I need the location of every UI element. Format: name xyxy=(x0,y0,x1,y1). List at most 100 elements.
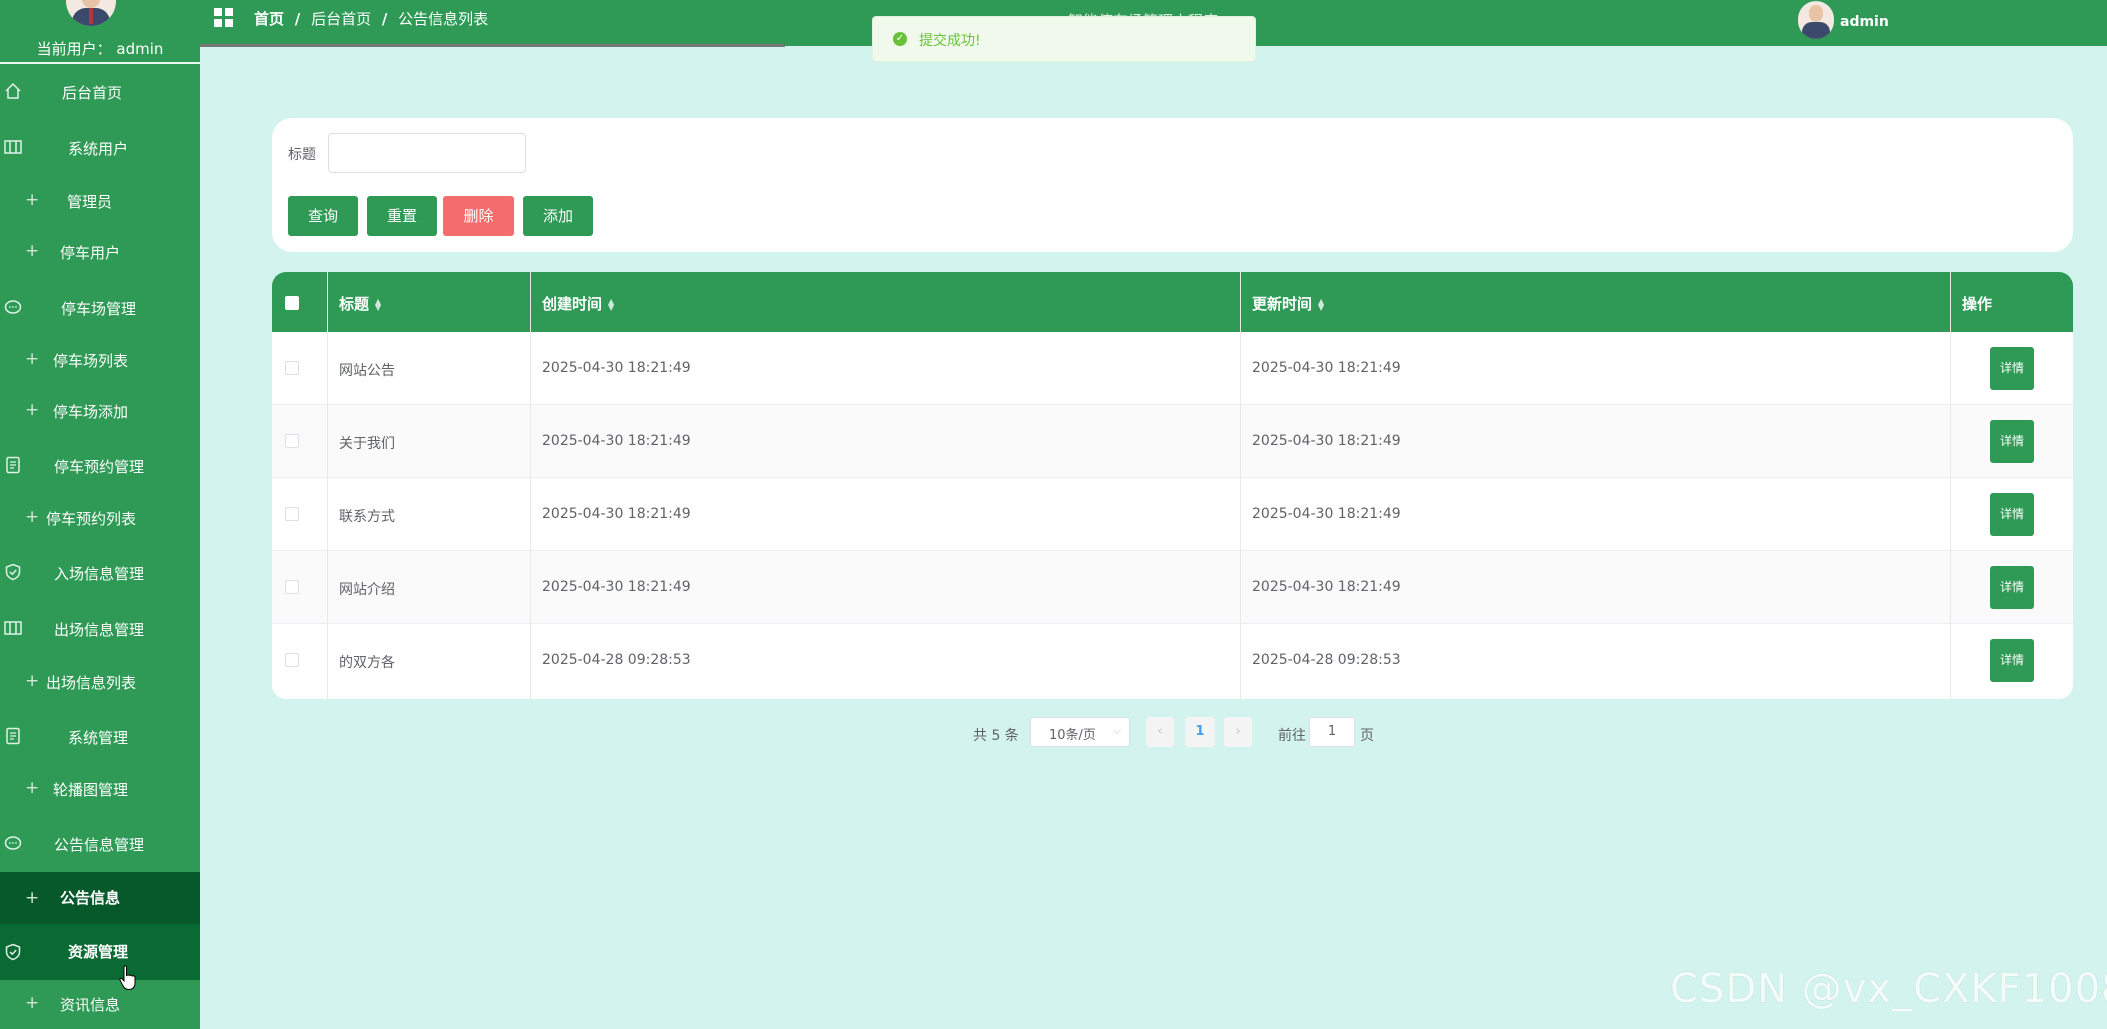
menu-item-parking-lot-mgmt[interactable]: 停车场管理 xyxy=(0,286,200,328)
menu-item-label: 停车场添加 xyxy=(53,403,129,421)
menu-item-parking-users[interactable]: + 停车用户 xyxy=(0,231,200,271)
menu-item-label: 轮播图管理 xyxy=(53,781,129,799)
table-row: 网站介绍 2025-04-30 18:21:49 2025-04-30 18:2… xyxy=(272,551,2073,624)
menu-item-dashboard[interactable]: 后台首页 xyxy=(0,70,200,112)
shield-icon xyxy=(5,563,21,581)
detail-button[interactable]: 详情 xyxy=(1990,566,2034,609)
menu-item-exit-mgmt[interactable]: 出场信息管理 xyxy=(0,607,200,649)
column-header-updated[interactable]: 更新时间 ▲ ▼ xyxy=(1252,293,1324,314)
cell-title: 联系方式 xyxy=(339,509,395,525)
watermark: CSDN @vx_CXKF10088 xyxy=(1670,966,2107,1012)
menu-item-resource-mgmt[interactable]: 资源管理 xyxy=(0,924,200,980)
menu-item-system-users[interactable]: 系统用户 xyxy=(0,126,200,168)
cell-created: 2025-04-28 09:28:53 xyxy=(542,652,691,668)
cell-updated: 2025-04-30 18:21:49 xyxy=(1252,506,1401,522)
toast-message: 提交成功! xyxy=(919,33,981,49)
menu-item-system-mgmt[interactable]: 系统管理 xyxy=(0,715,200,757)
cell-updated: 2025-04-30 18:21:49 xyxy=(1252,433,1401,449)
row-checkbox[interactable] xyxy=(285,580,299,594)
check-circle-icon: ✓ xyxy=(893,32,907,46)
detail-button[interactable]: 详情 xyxy=(1990,420,2034,463)
column-divider xyxy=(327,272,328,699)
menu-item-label: 停车预约列表 xyxy=(46,510,137,528)
breadcrumb: 首页 / 后台首页 / 公告信息列表 xyxy=(254,8,494,29)
menu-item-label: 资讯信息 xyxy=(60,996,121,1014)
sort-icon[interactable]: ▲ ▼ xyxy=(608,297,614,311)
next-page-button[interactable]: › xyxy=(1224,717,1252,747)
menu-item-label: 停车场列表 xyxy=(53,352,129,370)
columns-icon xyxy=(4,621,22,635)
row-checkbox[interactable] xyxy=(285,434,299,448)
menu-item-admin[interactable]: + 管理员 xyxy=(0,180,200,220)
search-title-label: 标题 xyxy=(288,147,316,163)
row-checkbox[interactable] xyxy=(285,507,299,521)
menu-item-parking-lot-list[interactable]: + 停车场列表 xyxy=(0,339,200,379)
breadcrumb-home[interactable]: 首页 xyxy=(254,10,284,28)
reset-button[interactable]: 重置 xyxy=(367,196,437,236)
select-all-checkbox[interactable] xyxy=(285,296,299,310)
title-search-input[interactable] xyxy=(328,133,526,173)
menu-item-carousel-mgmt[interactable]: + 轮播图管理 xyxy=(0,768,200,808)
cell-created: 2025-04-30 18:21:49 xyxy=(542,433,691,449)
menu-item-label: 出场信息列表 xyxy=(46,674,137,692)
menu-item-label: 停车用户 xyxy=(60,244,121,262)
goto-page-input[interactable]: 1 xyxy=(1309,717,1355,747)
plus-icon: + xyxy=(25,241,40,261)
menu-item-exit-list[interactable]: + 出场信息列表 xyxy=(0,661,200,701)
sort-icon[interactable]: ▲ ▼ xyxy=(375,297,381,311)
query-button[interactable]: 查询 xyxy=(288,196,358,236)
cell-title: 网站介绍 xyxy=(339,582,395,598)
menu-item-news[interactable]: + 资讯信息 xyxy=(0,983,200,1023)
detail-button[interactable]: 详情 xyxy=(1990,639,2034,682)
cell-created: 2025-04-30 18:21:49 xyxy=(542,360,691,376)
menu-item-label: 停车预约管理 xyxy=(54,458,145,476)
cell-updated: 2025-04-30 18:21:49 xyxy=(1252,360,1401,376)
cell-created: 2025-04-30 18:21:49 xyxy=(542,506,691,522)
row-checkbox[interactable] xyxy=(285,361,299,375)
menu-item-entry-mgmt[interactable]: 入场信息管理 xyxy=(0,551,200,593)
menu-item-label: 系统管理 xyxy=(68,729,129,747)
breadcrumb-dashboard[interactable]: 后台首页 xyxy=(311,10,371,28)
columns-icon xyxy=(4,140,22,154)
table-row: 网站公告 2025-04-30 18:21:49 2025-04-30 18:2… xyxy=(272,332,2073,405)
document-icon xyxy=(6,456,20,474)
table-row: 关于我们 2025-04-30 18:21:49 2025-04-30 18:2… xyxy=(272,405,2073,478)
plus-icon: + xyxy=(25,507,40,527)
loading-bar xyxy=(200,44,785,47)
plus-icon: + xyxy=(25,400,40,420)
column-header-created[interactable]: 创建时间 ▲ ▼ xyxy=(542,293,614,314)
delete-button[interactable]: 删除 xyxy=(443,196,514,236)
menu-item-label: 入场信息管理 xyxy=(54,565,145,583)
column-divider xyxy=(530,272,531,699)
page-number-current[interactable]: 1 xyxy=(1185,717,1215,747)
row-checkbox[interactable] xyxy=(285,653,299,667)
avatar xyxy=(66,0,116,26)
add-button[interactable]: 添加 xyxy=(523,196,593,236)
menu-item-reservation-list[interactable]: + 停车预约列表 xyxy=(0,497,200,537)
breadcrumb-separator: / xyxy=(381,10,388,28)
menu-item-label: 资源管理 xyxy=(68,943,129,961)
page-size-value: 10条/页 xyxy=(1049,728,1096,743)
plus-icon: + xyxy=(25,888,40,908)
plus-icon: + xyxy=(25,349,40,369)
grid-menu-icon[interactable] xyxy=(214,8,234,28)
pagination-total: 共 5 条 xyxy=(973,728,1019,744)
page-size-select[interactable]: 10条/页 ⌵ xyxy=(1030,717,1130,747)
menu-item-notice-mgmt[interactable]: 公告信息管理 xyxy=(0,822,200,864)
prev-page-button[interactable]: ‹ xyxy=(1146,717,1174,747)
goto-label: 前往 xyxy=(1278,728,1306,744)
detail-button[interactable]: 详情 xyxy=(1990,347,2034,390)
menu-item-reservation-mgmt[interactable]: 停车预约管理 xyxy=(0,444,200,486)
detail-button[interactable]: 详情 xyxy=(1990,493,2034,536)
column-header-title[interactable]: 标题 ▲ ▼ xyxy=(339,293,381,314)
header-avatar[interactable] xyxy=(1798,1,1834,39)
sort-icon[interactable]: ▲ ▼ xyxy=(1318,297,1324,311)
menu-item-notice[interactable]: + 公告信息 xyxy=(0,872,200,924)
header-username[interactable]: admin xyxy=(1840,14,1889,30)
plus-icon: + xyxy=(25,671,40,691)
notice-table: 标题 ▲ ▼ 创建时间 ▲ ▼ 更新时间 ▲ ▼ 操作 网站公告 2025-04-30 18… xyxy=(272,272,2073,699)
menu-item-label: 停车场管理 xyxy=(61,300,137,318)
home-icon xyxy=(5,82,21,99)
menu-item-parking-lot-add[interactable]: + 停车场添加 xyxy=(0,390,200,430)
table-row: 联系方式 2025-04-30 18:21:49 2025-04-30 18:2… xyxy=(272,478,2073,551)
